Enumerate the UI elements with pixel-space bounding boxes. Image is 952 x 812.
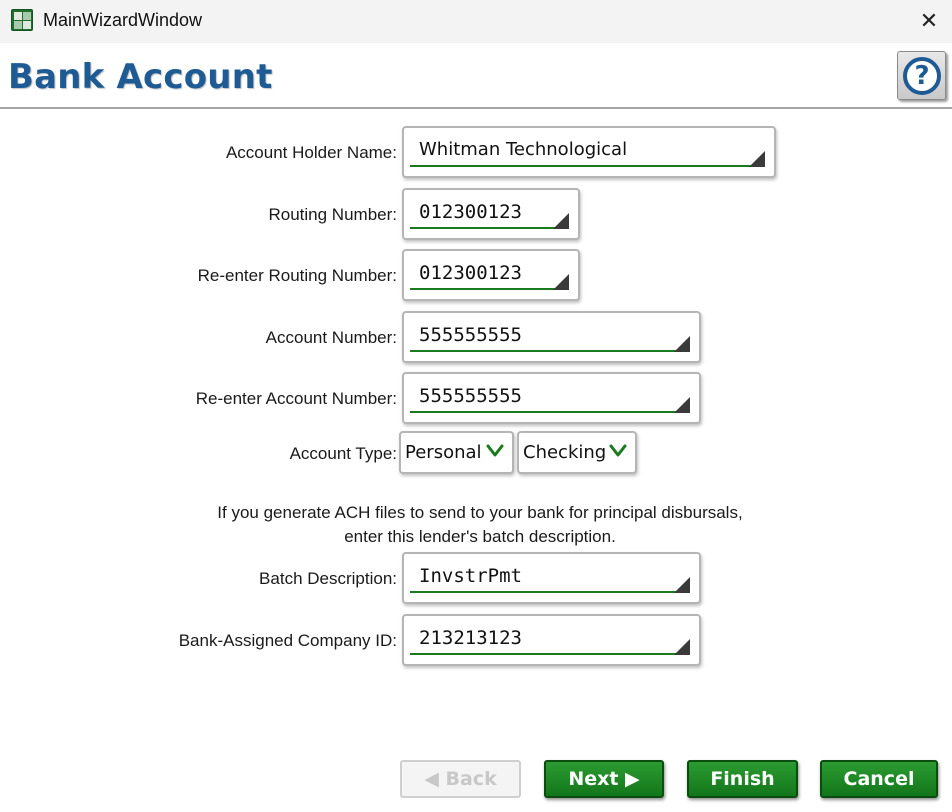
ach-instructions-line1: If you generate ACH files to send to you…	[217, 503, 743, 522]
field-underline	[410, 653, 685, 655]
account-type-label: Account Type:	[289, 444, 397, 463]
field-underline	[410, 411, 685, 413]
reenter-account-number-field[interactable]: 555555555	[402, 372, 701, 424]
chevron-down-icon	[486, 444, 504, 457]
edit-corner-icon	[674, 336, 690, 352]
field-underline	[410, 350, 685, 352]
routing-number-value: 012300123	[419, 201, 522, 223]
account-ownership-value: Personal	[405, 442, 482, 463]
edit-corner-icon	[674, 577, 690, 593]
account-ownership-dropdown[interactable]: Personal	[399, 431, 514, 474]
account-holder-name-label: Account Holder Name:	[225, 143, 397, 162]
account-number-field[interactable]: 555555555	[402, 311, 701, 363]
batch-description-field[interactable]: InvstrPmt	[402, 552, 701, 604]
close-button[interactable]: ✕	[906, 0, 952, 43]
window-title: MainWizardWindow	[43, 10, 203, 30]
company-id-value: 213213123	[419, 627, 522, 649]
field-underline	[410, 227, 564, 229]
edit-corner-icon	[553, 274, 569, 290]
account-kind-value: Checking	[523, 442, 607, 463]
help-icon: ?	[903, 57, 941, 95]
reenter-routing-number-label: Re-enter Routing Number:	[197, 266, 397, 285]
batch-description-value: InvstrPmt	[419, 565, 522, 587]
chevron-down-icon	[609, 444, 627, 457]
company-id-label: Bank-Assigned Company ID:	[178, 631, 397, 650]
ach-instructions: If you generate ACH files to send to you…	[150, 501, 810, 549]
account-kind-dropdown[interactable]: Checking	[517, 431, 637, 474]
header: Bank Account ?	[0, 43, 952, 109]
reenter-routing-number-value: 012300123	[419, 262, 522, 284]
account-number-label: Account Number:	[265, 328, 397, 347]
account-number-value: 555555555	[419, 324, 522, 346]
routing-number-label: Routing Number:	[268, 205, 397, 224]
edit-corner-icon	[749, 151, 765, 167]
title-bar: MainWizardWindow ✕	[0, 0, 952, 43]
page-title: Bank Account	[8, 57, 273, 97]
edit-corner-icon	[674, 639, 690, 655]
reenter-account-number-value: 555555555	[419, 385, 522, 407]
back-button[interactable]: ◀ Back	[400, 760, 521, 798]
account-holder-name-field[interactable]: Whitman Technological	[402, 126, 776, 178]
cancel-button[interactable]: Cancel	[820, 760, 938, 798]
account-holder-name-value: Whitman Technological	[419, 139, 628, 160]
field-underline	[410, 288, 564, 290]
field-underline	[410, 165, 760, 167]
field-underline	[410, 591, 685, 593]
batch-description-label: Batch Description:	[259, 569, 397, 588]
reenter-routing-number-field[interactable]: 012300123	[402, 249, 580, 301]
ach-instructions-line2: enter this lender's batch description.	[344, 527, 616, 546]
company-id-field[interactable]: 213213123	[402, 614, 701, 666]
spreadsheet-app-icon	[11, 9, 33, 31]
help-button[interactable]: ?	[897, 51, 946, 100]
reenter-account-number-label: Re-enter Account Number:	[195, 389, 397, 408]
close-icon: ✕	[919, 8, 939, 33]
edit-corner-icon	[674, 397, 690, 413]
edit-corner-icon	[553, 213, 569, 229]
routing-number-field[interactable]: 012300123	[402, 188, 580, 240]
next-button[interactable]: Next ▶	[544, 760, 664, 798]
finish-button[interactable]: Finish	[687, 760, 798, 798]
